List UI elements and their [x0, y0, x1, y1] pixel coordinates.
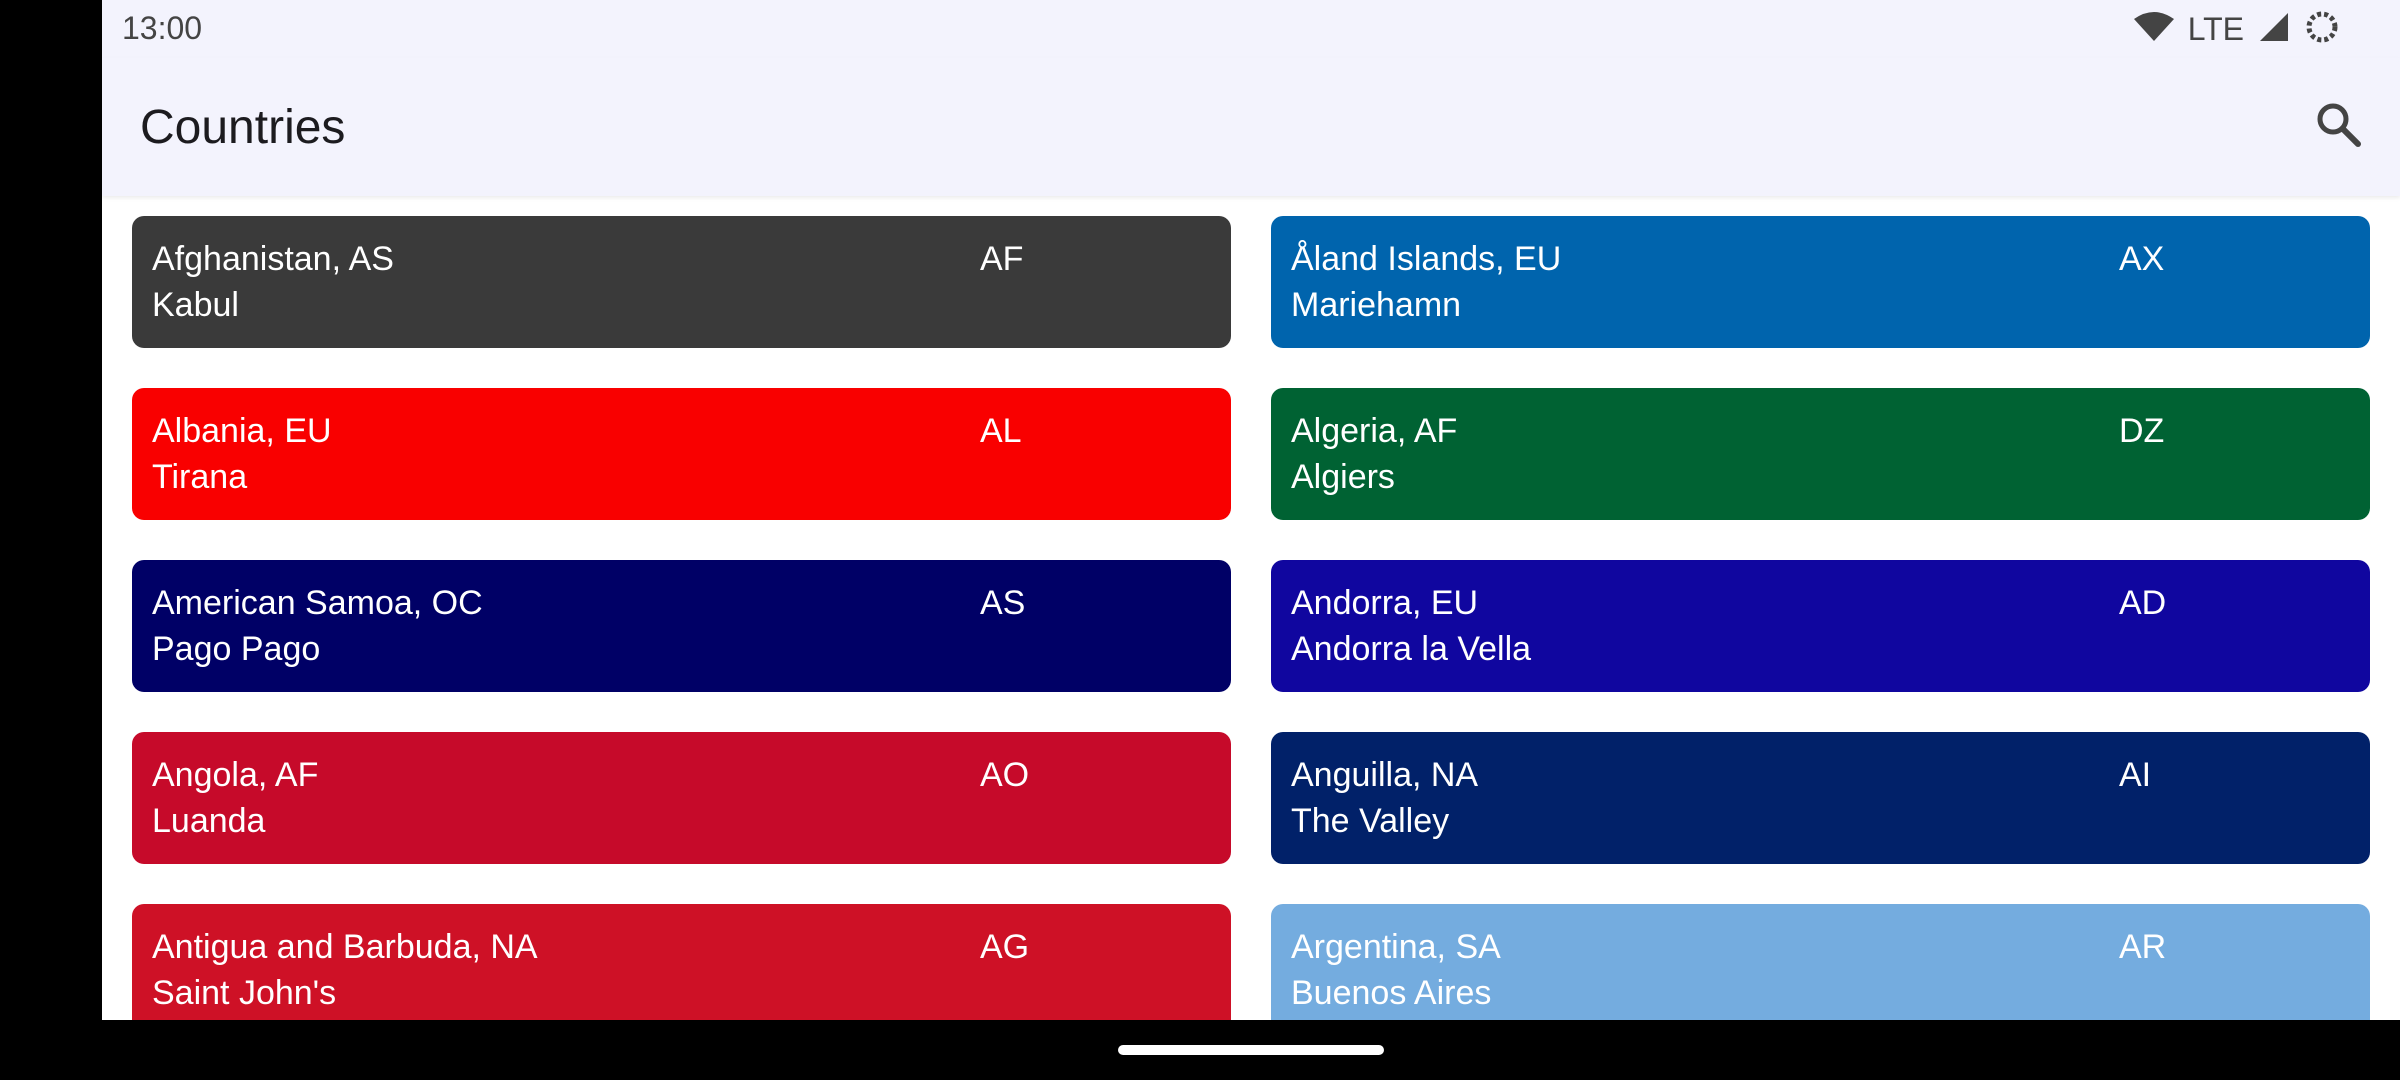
country-card[interactable]: Afghanistan, AS Kabul AF: [132, 216, 1231, 348]
country-name: Afghanistan, AS: [152, 240, 394, 278]
country-capital: Pago Pago: [152, 630, 321, 668]
country-capital: The Valley: [1291, 802, 1450, 840]
country-capital: Buenos Aires: [1291, 974, 1492, 1012]
left-black-bar: [0, 0, 102, 1080]
search-button[interactable]: [2306, 94, 2370, 158]
country-code: AX: [2119, 240, 2165, 278]
status-icons: LTE: [2133, 8, 2340, 50]
country-capital: Andorra la Vella: [1291, 630, 1532, 668]
network-type: LTE: [2187, 10, 2244, 47]
signal-icon: [2258, 11, 2290, 48]
country-code: AS: [980, 584, 1026, 622]
country-card[interactable]: Argentina, SA Buenos Aires AR: [1271, 904, 2370, 1020]
country-card[interactable]: Algeria, AF Algiers DZ: [1271, 388, 2370, 520]
country-code: AD: [2119, 584, 2167, 622]
status-time: 13:00: [122, 10, 203, 46]
country-code: AG: [980, 928, 1030, 966]
country-card[interactable]: Angola, AF Luanda AO: [132, 732, 1231, 864]
country-capital: Algiers: [1291, 458, 1395, 496]
search-icon: [2314, 100, 2362, 153]
country-code: AI: [2119, 756, 2152, 794]
country-code: AO: [980, 756, 1030, 794]
country-code: AL: [980, 412, 1022, 450]
country-name: Andorra, EU: [1291, 584, 1479, 622]
page-title: Countries: [140, 101, 346, 154]
app-screen: 13:00 LTE Countries Afghanistan, AS Kabu…: [102, 0, 2400, 1020]
country-code: AF: [980, 240, 1024, 278]
country-name: Åland Islands, EU: [1291, 240, 1562, 278]
country-capital: Mariehamn: [1291, 286, 1462, 324]
country-name: Antigua and Barbuda, NA: [152, 928, 538, 966]
country-name: Angola, AF: [152, 756, 319, 794]
country-name: Argentina, SA: [1291, 928, 1501, 966]
home-indicator[interactable]: [1118, 1045, 1384, 1055]
country-list: Afghanistan, AS Kabul AF Åland Islands, …: [132, 216, 2370, 1020]
country-name: Anguilla, NA: [1291, 756, 1479, 794]
wifi-icon: [2133, 11, 2174, 48]
country-card[interactable]: Antigua and Barbuda, NA Saint John's AG: [132, 904, 1231, 1020]
country-code: AR: [2119, 928, 2167, 966]
country-card[interactable]: Anguilla, NA The Valley AI: [1271, 732, 2370, 864]
country-card[interactable]: American Samoa, OC Pago Pago AS: [132, 560, 1231, 692]
country-capital: Tirana: [152, 458, 248, 496]
country-name: Albania, EU: [152, 412, 332, 450]
country-capital: Kabul: [152, 286, 239, 324]
country-name: Algeria, AF: [1291, 412, 1458, 450]
country-capital: Saint John's: [152, 974, 337, 1012]
country-capital: Luanda: [152, 802, 266, 840]
country-card[interactable]: Andorra, EU Andorra la Vella AD: [1271, 560, 2370, 692]
status-bar: 13:00 LTE: [102, 0, 2400, 58]
sync-icon: [2304, 9, 2340, 50]
country-card[interactable]: Åland Islands, EU Mariehamn AX: [1271, 216, 2370, 348]
country-card[interactable]: Albania, EU Tirana AL: [132, 388, 1231, 520]
top-app-bar: Countries: [102, 58, 2400, 196]
country-code: DZ: [2119, 412, 2165, 450]
country-name: American Samoa, OC: [152, 584, 483, 622]
